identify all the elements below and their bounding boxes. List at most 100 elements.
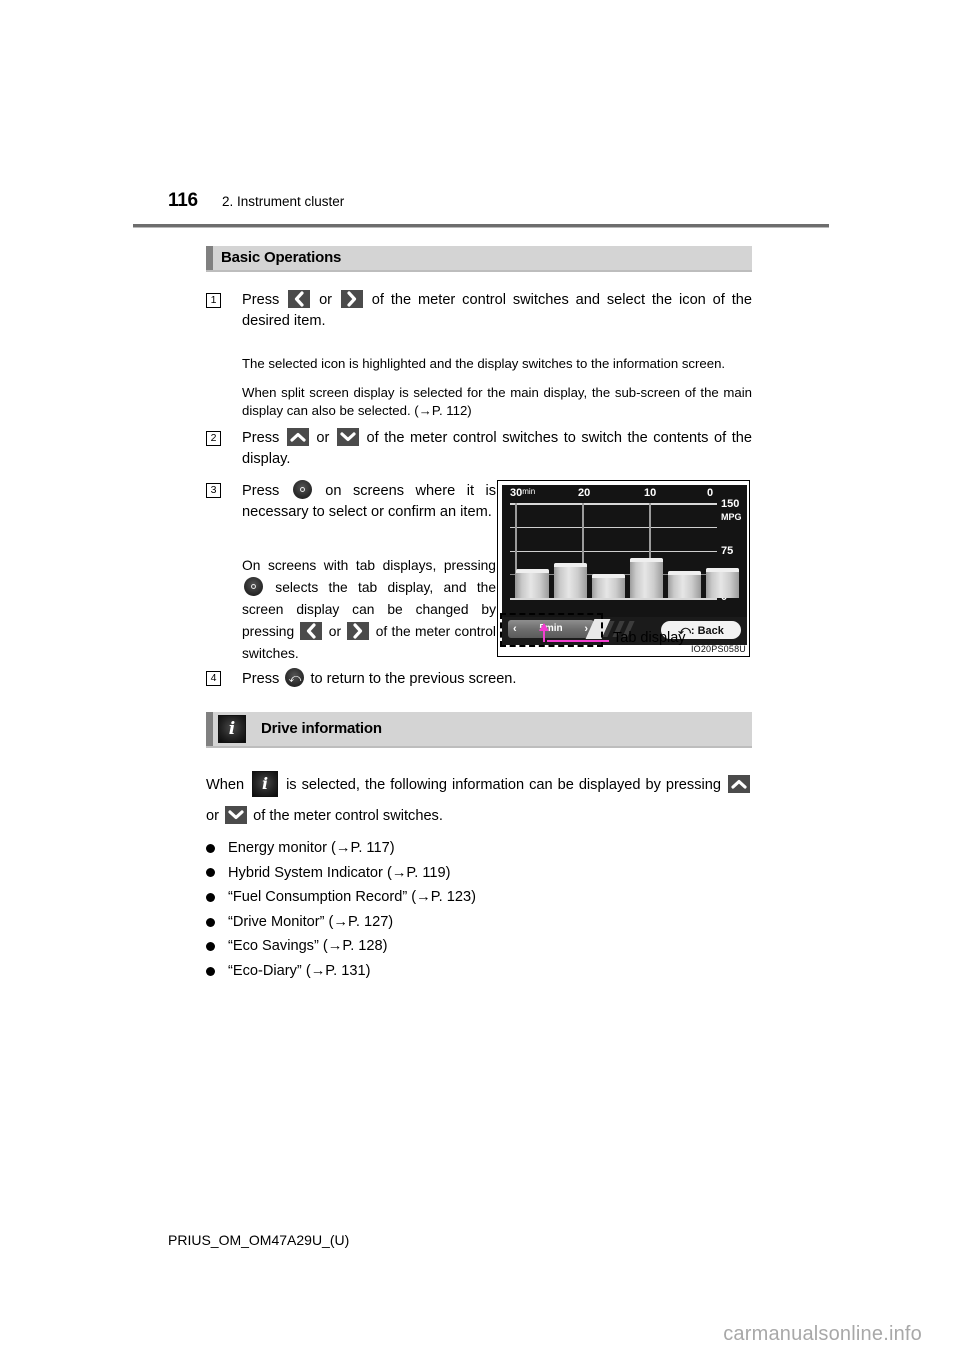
step-number: 3 (206, 483, 221, 498)
chevron-right-key-icon[interactable] (347, 622, 370, 640)
info-badge-icon[interactable]: i (252, 771, 279, 797)
step-text-tail: to return to the previous screen. (310, 671, 517, 687)
x-tick-20: 20 (578, 487, 591, 499)
y-unit-label: MPG (721, 512, 742, 522)
chevron-down-key-icon[interactable] (336, 428, 359, 446)
note-tab-displays: On screens with tab displays, pressing s… (242, 555, 496, 665)
step-number: 2 (206, 431, 221, 446)
chart-top-axis-line (510, 503, 717, 505)
section-header-drive-information: i Drive information (206, 712, 752, 746)
bullet-icon (206, 868, 215, 878)
chevron-down-key-icon[interactable] (225, 806, 248, 824)
drive-information-list: Energy monitor (→P. 117) Hybrid System I… (206, 836, 746, 984)
meter-screen: 30 min 20 10 0 150 MPG 75 0 (502, 485, 747, 617)
list-item: “Eco Savings” (→P. 128) (206, 934, 746, 959)
chart-bar (630, 557, 663, 598)
intro-part-1: When (206, 777, 245, 793)
intro-part-3: of the meter control switches. (253, 808, 443, 824)
list-item-label: Hybrid System Indicator (→P. 119) (228, 864, 451, 881)
bullet-icon (206, 892, 215, 902)
chart-bar (554, 562, 587, 598)
chevron-up-key-icon[interactable] (727, 775, 750, 793)
chart-bar (668, 571, 701, 598)
enter-round-key-icon[interactable] (292, 480, 312, 499)
list-item: “Drive Monitor” (→P. 127) (206, 910, 746, 935)
bullet-icon (206, 966, 215, 976)
callout-arrow-icon (539, 623, 549, 642)
chart-baseline (510, 598, 717, 600)
step-1: 1 Press or of the meter control switches… (206, 290, 752, 332)
section-accent-bar (206, 246, 213, 270)
step-3-note: On screens with tab displays, pressing s… (206, 555, 496, 665)
note-selected-icon: The selected icon is highlighted and the… (242, 356, 726, 371)
step-4: 4 Press ⤺ to return to the previous scre… (206, 668, 752, 690)
chevron-left-key-icon[interactable] (288, 290, 311, 308)
chapter-title: 2. Instrument cluster (222, 194, 345, 209)
list-item-label: Energy monitor (→P. 117) (228, 840, 395, 856)
chevron-up-key-icon[interactable] (286, 428, 309, 446)
intro-text: When i is selected, the following inform… (206, 770, 752, 832)
enter-dot-icon (299, 487, 305, 492)
step-text: Press on screens where it is necessary t… (242, 480, 496, 523)
step-text-lead: Press (242, 292, 280, 308)
chart-bar (592, 573, 625, 598)
list-item-label: “Eco Savings” (→P. 128) (228, 938, 388, 955)
section-title: Drive information (261, 720, 382, 737)
enter-round-key-icon[interactable] (244, 577, 263, 596)
chart-x-axis-labels: 30 min 20 10 0 (502, 487, 747, 502)
list-item-label: “Fuel Consumption Record” (→P. 123) (228, 889, 476, 906)
step-text-tail: on screens where it is necessary to sele… (242, 483, 496, 520)
list-item-label: “Drive Monitor” (→P. 127) (228, 913, 394, 930)
step-text: Press or of the meter control switches a… (242, 290, 752, 332)
note-conjunction: or (328, 624, 342, 639)
y-tick-75: 75 (721, 545, 734, 557)
step-1-notes: The selected icon is highlighted and the… (206, 355, 752, 421)
chart-bar (706, 567, 739, 598)
header-divider (133, 224, 829, 228)
step-2: 2 Press or of the meter control switches… (206, 428, 752, 470)
chart-bar (516, 568, 549, 598)
step-text: Press ⤺ to return to the previous screen… (242, 668, 752, 690)
bar-cap (630, 557, 663, 562)
x-tick-10: 10 (644, 487, 657, 499)
step-number: 1 (206, 293, 221, 308)
info-i-glyph-icon: i (228, 718, 236, 739)
step-conjunction: or (319, 292, 333, 308)
callout-leader-line (547, 640, 609, 642)
gridline-75 (510, 550, 717, 552)
bullet-icon (206, 843, 215, 853)
list-item-label: “Eco-Diary” (→P. 131) (228, 962, 371, 979)
back-round-key-icon[interactable]: ⤺ (285, 668, 305, 687)
bar-cap (668, 571, 701, 576)
figure-id-label: IO20PS058U (690, 644, 746, 654)
intro-conjunction: or (206, 808, 219, 824)
step-number: 4 (206, 671, 221, 686)
x-tick-30: 30 min (510, 487, 536, 499)
bullet-icon (206, 942, 215, 952)
section-accent-bar (206, 712, 213, 746)
y-tick-150: 150 (721, 498, 740, 510)
x-unit-label: min (522, 487, 536, 496)
step-text: Press or of the meter control switches t… (242, 428, 752, 470)
page-header: 116 2. Instrument cluster (168, 190, 828, 220)
footer-document-id: PRIUS_OM_OM47A29U_(U) (168, 1232, 350, 1248)
section-title: Basic Operations (221, 249, 342, 266)
back-arrow-glyph-icon: ⤺ (288, 670, 302, 685)
page-number: 116 (168, 190, 198, 211)
callout-label: Tab display (613, 630, 686, 646)
intro-part-2: is selected, the following information c… (286, 777, 721, 793)
bar-cap (706, 567, 739, 572)
info-i-glyph-icon: i (262, 774, 269, 793)
bar-cap (554, 562, 587, 567)
list-item: Hybrid System Indicator (→P. 119) (206, 861, 746, 886)
watermark-label: carmanualsonline.info (723, 1323, 922, 1345)
step-3: 3 Press on screens where it is necessary… (206, 480, 496, 523)
bar-cap (592, 573, 625, 578)
gridline-112 (510, 526, 717, 528)
chevron-right-key-icon[interactable] (340, 290, 363, 308)
step-conjunction: or (316, 430, 330, 446)
list-item: “Fuel Consumption Record” (→P. 123) (206, 885, 746, 910)
x-tick-0: 0 (707, 487, 714, 499)
list-item: “Eco-Diary” (→P. 131) (206, 959, 746, 984)
chevron-left-key-icon[interactable] (300, 622, 323, 640)
